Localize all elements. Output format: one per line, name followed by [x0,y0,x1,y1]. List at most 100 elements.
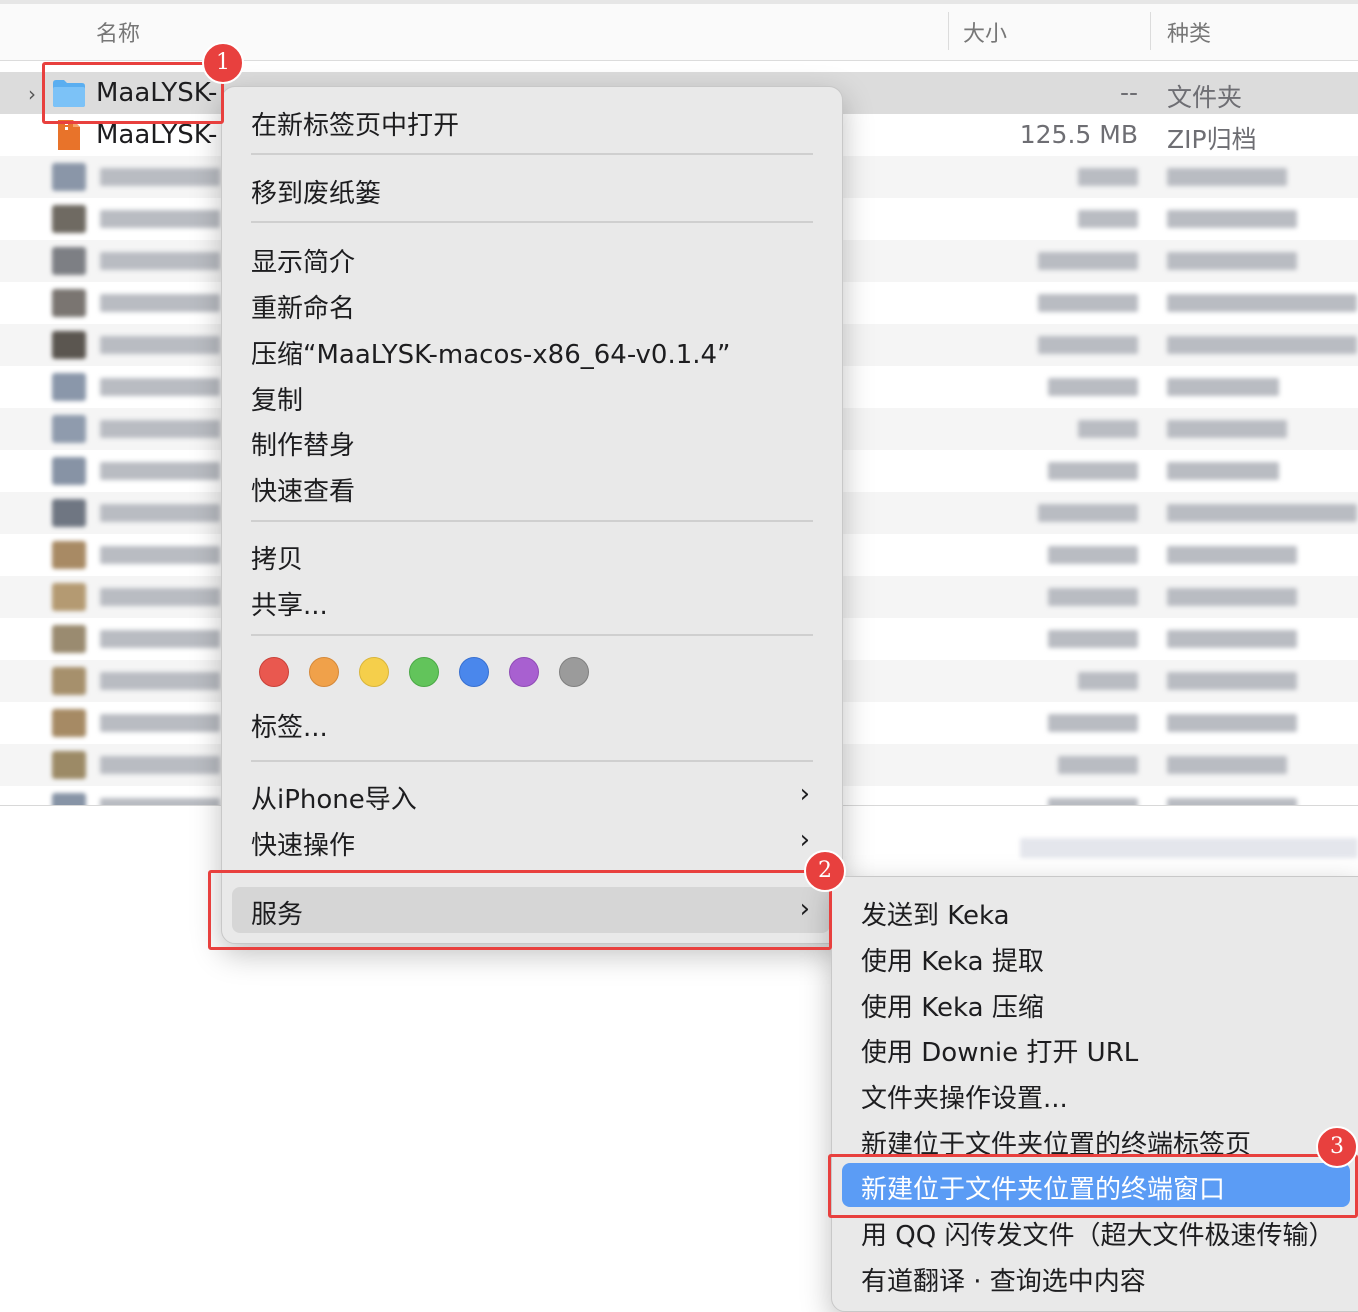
blurred-kind [1167,420,1287,438]
blurred-kind [1167,462,1279,480]
column-header-kind[interactable]: 种类 [1167,16,1211,48]
tag-red-dot[interactable] [259,657,289,687]
service-qq-send-file[interactable]: 用 QQ 闪传发文件（超大文件极速传输） [861,1215,1334,1252]
annotation-box-1 [42,62,224,124]
blurred-size [1078,672,1138,690]
menu-item-quick-look[interactable]: 快速查看 [251,471,355,508]
column-divider[interactable] [1150,12,1151,50]
blurred-size [1038,336,1138,354]
blurred-name [100,798,220,805]
thumbnail [52,457,86,485]
thumbnail [52,583,86,611]
thumbnail [52,331,86,359]
blurred-name [100,546,220,564]
service-keka-compress[interactable]: 使用 Keka 压缩 [861,987,1044,1024]
blurred-size [1058,756,1138,774]
column-header-name[interactable]: 名称 [96,16,140,48]
annotation-badge-2: 2 [804,850,846,892]
annotation-box-2 [208,870,832,950]
service-folder-actions-setup[interactable]: 文件夹操作设置... [861,1078,1068,1115]
blurred-size [1078,168,1138,186]
blurred-kind [1167,714,1297,732]
chevron-right-icon: › [799,825,810,855]
tag-yellow-dot[interactable] [359,657,389,687]
disclosure-triangle-icon[interactable]: › [28,82,36,106]
menu-separator [251,634,813,636]
menu-item-copy[interactable]: 拷贝 [251,539,303,576]
column-header-size[interactable]: 大小 [963,16,1007,48]
service-downie-open-url[interactable]: 使用 Downie 打开 URL [861,1032,1138,1069]
menu-item-move-to-trash[interactable]: 移到废纸篓 [251,173,381,210]
blurred-size [1078,210,1138,228]
annotation-badge-1: 1 [202,42,244,84]
blurred-size [1048,798,1138,805]
menu-item-import-iphone[interactable]: 从iPhone导入 [251,779,417,816]
blurred-size [1048,546,1138,564]
blurred-kind [1167,336,1357,354]
thumbnail [52,541,86,569]
blurred-kind [1167,756,1287,774]
blurred-size [1078,420,1138,438]
blurred-kind [1167,504,1357,522]
blurred-name [100,714,220,732]
chevron-right-icon: › [799,779,810,809]
blurred-name [100,210,220,228]
thumbnail [52,709,86,737]
file-kind: ZIP归档 [1167,125,1257,154]
service-keka-extract[interactable]: 使用 Keka 提取 [861,941,1044,978]
annotation-box-3 [828,1154,1358,1218]
file-name: MaaLYSK- [96,120,218,150]
menu-item-open-new-tab[interactable]: 在新标签页中打开 [251,105,459,142]
thumbnail [52,415,86,443]
blurred-kind [1167,378,1279,396]
blurred-size [1038,294,1138,312]
blurred-name [100,420,220,438]
thumbnail [52,667,86,695]
blurred-kind [1167,672,1297,690]
menu-item-get-info[interactable]: 显示简介 [251,242,355,279]
tag-purple-dot[interactable] [509,657,539,687]
blurred-kind [1167,798,1297,805]
thumbnail [52,751,86,779]
services-submenu: 发送到 Keka 使用 Keka 提取 使用 Keka 压缩 使用 Downie… [831,876,1358,1312]
service-youdao-translate[interactable]: 有道翻译 · 查询选中内容 [861,1261,1146,1298]
column-divider[interactable] [948,12,949,50]
menu-item-quick-actions[interactable]: 快速操作 [251,825,355,862]
blurred-size [1048,714,1138,732]
menu-item-compress[interactable]: 压缩“MaaLYSK-macos-x86_64-v0.1.4” [251,334,731,371]
blurred-name [100,462,220,480]
menu-item-rename[interactable]: 重新命名 [251,288,355,325]
blurred-name [100,294,220,312]
context-menu: 在新标签页中打开 移到废纸篓 显示简介 重新命名 压缩“MaaLYSK-maco… [221,86,843,944]
menu-separator [251,760,813,762]
tag-orange-dot[interactable] [309,657,339,687]
menu-separator [251,221,813,223]
blurred-size [1048,588,1138,606]
thumbnail [52,205,86,233]
service-send-to-keka[interactable]: 发送到 Keka [861,895,1010,932]
blurred-size [1048,378,1138,396]
blurred-size [1038,252,1138,270]
menu-separator [251,520,813,522]
menu-item-make-alias[interactable]: 制作替身 [251,425,355,462]
menu-item-share[interactable]: 共享... [251,585,328,622]
menu-item-duplicate[interactable]: 复制 [251,380,303,417]
blurred-size [1048,462,1138,480]
blurred-name [100,756,220,774]
blurred-size [1038,504,1138,522]
blurred-kind [1167,588,1297,606]
tag-gray-dot[interactable] [559,657,589,687]
tag-blue-dot[interactable] [459,657,489,687]
thumbnail [52,289,86,317]
annotation-badge-3: 3 [1316,1126,1358,1168]
thumbnail [52,373,86,401]
blurred-name [100,168,220,186]
tag-green-dot[interactable] [409,657,439,687]
blurred-kind [1167,630,1297,648]
menu-item-tags[interactable]: 标签... [251,707,328,744]
blurred-name [100,588,220,606]
blurred-kind [1167,252,1297,270]
file-size: 125.5 MB [1019,120,1138,149]
blurred-name [100,336,220,354]
blurred-name [100,378,220,396]
